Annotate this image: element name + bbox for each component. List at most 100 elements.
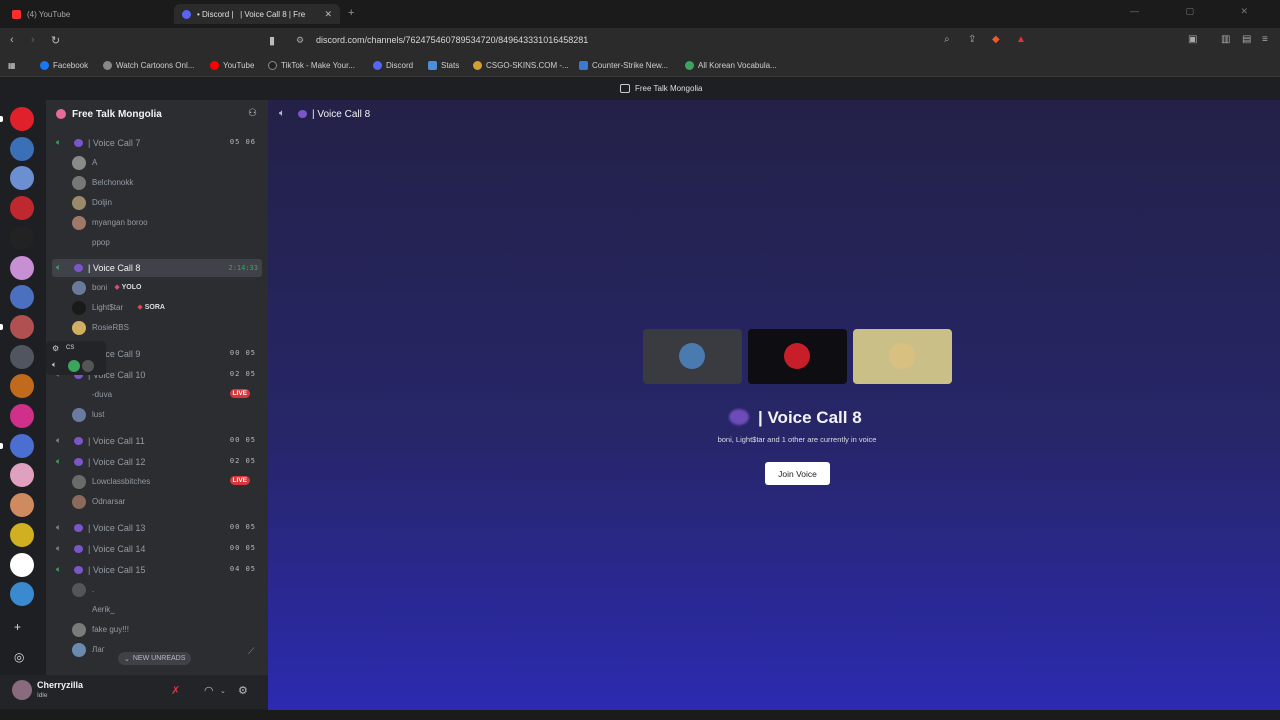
voice-channel-item[interactable]: 🔈︎ | Voice Call 12 02 05 [52, 453, 262, 471]
sidebar-icon[interactable]: ▥ [1221, 34, 1230, 45]
voice-channel-item[interactable]: 🔈︎ | Voice Call 13 00 05 [52, 519, 262, 537]
username[interactable]: Cherryzilla [37, 680, 83, 690]
user-name: A [92, 158, 98, 167]
zoom-icon[interactable]: ⌕ [944, 34, 950, 45]
bookmark-counter-strike[interactable]: Counter-Strike New... [579, 61, 668, 70]
brave-rewards-icon[interactable]: ▲ [1016, 34, 1026, 45]
window-controls[interactable]: — ▢ ✕ [1130, 6, 1270, 17]
voice-user[interactable]: Lowclassbitches LIVE [70, 473, 260, 491]
server-icon[interactable] [10, 285, 34, 310]
tab-youtube[interactable]: (4) YouTube [4, 4, 174, 24]
forward-icon[interactable]: › [31, 34, 35, 46]
avatar [82, 360, 94, 372]
avatar [72, 583, 86, 597]
share-icon[interactable]: ⇪ [968, 34, 976, 45]
voice-user[interactable]: A [70, 154, 260, 172]
discord-icon [182, 9, 191, 19]
cs-news-icon [579, 61, 588, 70]
bookmark-stats[interactable]: Stats [428, 61, 459, 70]
bookmark-discord[interactable]: Discord [373, 61, 413, 70]
voice-user[interactable]: Odnarsar [70, 493, 260, 511]
reload-icon[interactable]: ↻ [51, 34, 60, 47]
back-icon[interactable]: ‹ [10, 34, 14, 46]
voice-user[interactable]: lust [70, 406, 260, 424]
avatar[interactable] [12, 680, 32, 700]
participant-tile[interactable] [643, 329, 742, 384]
voice-user[interactable]: . [70, 581, 260, 599]
discord-icon [373, 61, 382, 70]
server-icon[interactable] [10, 493, 34, 518]
voice-user[interactable]: Aerik_ [70, 601, 260, 619]
server-icon[interactable] [10, 107, 34, 131]
youtube-icon [12, 9, 21, 19]
avatar [72, 216, 86, 230]
server-icon[interactable] [10, 344, 34, 369]
close-icon[interactable]: ✕ [324, 9, 332, 20]
voice-channel-item[interactable]: 🔈︎ | Voice Call 14 00 05 [52, 540, 262, 558]
voice-channel-item[interactable]: 🔈︎ | Voice Call 15 04 05 [52, 561, 262, 579]
voice-user[interactable]: RosieRBS [70, 319, 260, 337]
menu-icon[interactable]: ≡ [1262, 34, 1268, 45]
server-icon[interactable] [10, 196, 34, 221]
avatar [72, 321, 86, 335]
participant-tile[interactable] [853, 329, 952, 384]
chevron-down-icon[interactable]: ⌄ [156, 108, 163, 117]
speaker-icon: 🔈︎ [56, 522, 62, 532]
user-name: Belchonokk [92, 178, 134, 187]
tab-discord[interactable]: • Discord | | Voice Call 8 | Fre ✕ [174, 4, 340, 24]
bookmark-csgo-skins[interactable]: CSGO-SKINS.COM -... [473, 61, 569, 70]
voice-channel-item[interactable]: 🔈︎ | Voice Call 7 05 06 [52, 134, 262, 152]
url-text[interactable]: discord.com/channels/762475460789534720/… [316, 35, 588, 45]
server-icon[interactable] [10, 582, 34, 607]
mute-icon[interactable]: ⟋ [248, 646, 254, 657]
headset-icon[interactable]: ◠ [204, 684, 214, 697]
server-icon[interactable] [10, 552, 34, 577]
voice-user[interactable]: fake guy!!! [70, 621, 260, 639]
server-icon[interactable] [10, 433, 34, 458]
participant-tile[interactable] [748, 329, 847, 384]
voice-user[interactable]: Belchonokk [70, 174, 260, 192]
join-voice-button[interactable]: Join Voice [765, 462, 830, 485]
server-icon[interactable] [10, 136, 34, 161]
bookmark-facebook[interactable]: Facebook [40, 61, 88, 70]
voice-user[interactable]: Light$tar ◆ SORA [70, 299, 260, 317]
voice-user[interactable]: ppop [70, 234, 260, 252]
server-icon[interactable] [10, 404, 34, 428]
voice-user[interactable]: myangan boroo [70, 214, 260, 232]
apps-icon[interactable]: ▦ [8, 61, 16, 70]
server-hover-card: ⚙ CS 🔈︎ [46, 341, 106, 375]
tab-label: • Discord | | Voice Call 8 | Fre [197, 9, 306, 19]
speaker-icon: 🔈︎ [56, 262, 62, 272]
bookmark-korean[interactable]: All Korean Vocabula... [685, 61, 777, 70]
bookmark-cartoons[interactable]: Watch Cartoons Onl... [103, 61, 194, 70]
add-server-icon[interactable]: + [14, 620, 21, 634]
voice-channel-item[interactable]: 🔈︎ | Voice Call 11 00 05 [52, 432, 262, 450]
role-tag-label: YOLO [121, 284, 142, 291]
wallet-icon[interactable]: ▤ [1242, 34, 1251, 45]
settings-icon[interactable]: ⚙ [238, 684, 248, 697]
user-name: Light$tar [92, 303, 124, 312]
voice-user[interactable]: Doljin [70, 194, 260, 212]
bookmark-tiktok[interactable]: TikTok - Make Your... [268, 61, 355, 70]
server-icon[interactable] [10, 314, 34, 339]
voice-user[interactable]: boni ◆ YOLO [70, 279, 260, 297]
extensions-icon[interactable]: ▣ [1188, 34, 1197, 45]
voice-channel-item[interactable]: 🔈︎ | Voice Call 8 2:14:33 [52, 259, 262, 277]
invite-icon[interactable]: ⚇ [248, 108, 257, 119]
brave-shield-icon[interactable]: ◆ [992, 34, 1000, 45]
bookmark-icon[interactable]: ▮ [269, 34, 275, 47]
chevron-down-icon[interactable]: ⌄ [220, 687, 226, 695]
voice-user[interactable]: -duva LIVE [70, 386, 260, 404]
new-tab-button[interactable]: + [348, 7, 354, 19]
mic-muted-icon[interactable]: ✗ [171, 684, 180, 697]
new-unreads-button[interactable]: ⌄ NEW UNREADS [118, 652, 192, 665]
avatar [784, 343, 810, 369]
site-info-icon[interactable]: ⚙ [296, 35, 304, 46]
speaker-icon: 🔈︎ [56, 435, 62, 445]
discover-icon[interactable]: ◎ [14, 650, 24, 664]
server-icon[interactable] [10, 225, 34, 250]
server-icon[interactable] [10, 255, 34, 280]
bookmark-youtube[interactable]: YouTube [210, 61, 254, 70]
server-icon[interactable] [10, 522, 34, 547]
guild-name[interactable]: Free Talk Mongolia [72, 109, 162, 120]
